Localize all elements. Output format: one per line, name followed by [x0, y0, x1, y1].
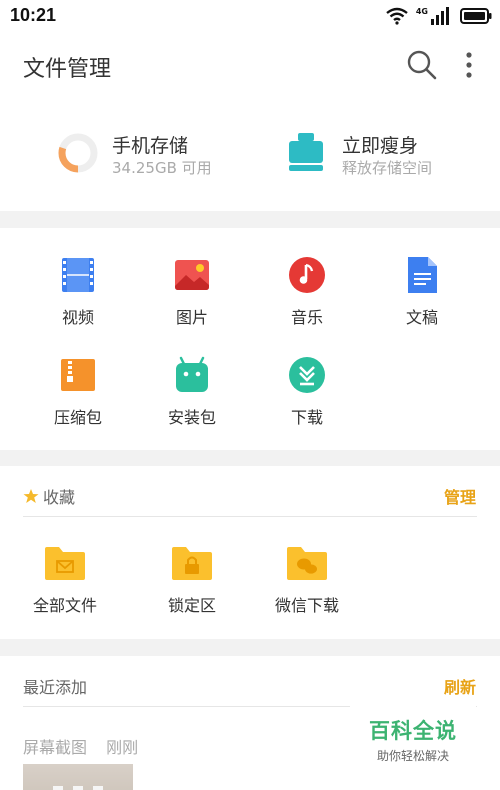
category-images-label: 图片: [175, 308, 208, 327]
divider: [23, 516, 477, 517]
storage-usage-ring: [58, 133, 98, 173]
network-type-label: 4G: [415, 6, 428, 16]
recent-item[interactable]: 屏幕截图 刚刚: [23, 734, 152, 758]
phone-storage-title: 手机存储: [112, 135, 189, 157]
watermark: 百科全说 助你轻松解决: [350, 705, 476, 767]
cleanup-icon: [289, 133, 323, 171]
folder-lock-icon: [172, 547, 212, 580]
category-downloads-label: 下载: [290, 408, 323, 427]
download-icon: [289, 357, 325, 393]
wifi-icon: [386, 7, 408, 25]
category-apk-label: 安装包: [167, 408, 216, 427]
archive-icon: [61, 359, 95, 391]
document-icon: [408, 257, 437, 293]
storage-section: 手机存储 34.25GB 可用 立即瘦身 释放存储空间: [0, 102, 500, 211]
recent-title: 最近添加: [23, 678, 88, 697]
favorite-wechat-downloads[interactable]: 微信下载: [252, 544, 362, 616]
music-icon: [289, 257, 325, 293]
favorites-title: 收藏: [43, 488, 76, 507]
slim-down-card[interactable]: 立即瘦身 释放存储空间: [285, 130, 485, 180]
category-archives[interactable]: 压缩包: [28, 356, 128, 436]
refresh-button[interactable]: 刷新: [444, 674, 476, 698]
category-downloads[interactable]: 下载: [257, 356, 357, 436]
phone-storage-card[interactable]: 手机存储 34.25GB 可用: [55, 130, 255, 180]
recent-item-time: 刚刚: [106, 738, 139, 757]
category-video[interactable]: 视频: [28, 256, 128, 336]
favorite-all-files[interactable]: 全部文件: [10, 544, 120, 616]
favorites-section: 收藏 管理 全部文件 锁定区 微信下载: [0, 466, 500, 639]
category-music-label: 音乐: [290, 308, 323, 327]
manage-favorites-button[interactable]: 管理: [444, 484, 476, 508]
category-music[interactable]: 音乐: [257, 256, 357, 336]
folder-mail-icon: [45, 547, 85, 580]
category-images[interactable]: 图片: [142, 256, 242, 336]
image-icon: [175, 260, 209, 290]
favorite-all-files-label: 全部文件: [32, 596, 97, 615]
recent-thumbnail[interactable]: [23, 764, 133, 790]
signal-icon: [431, 7, 449, 25]
category-documents-label: 文稿: [405, 308, 438, 327]
category-documents[interactable]: 文稿: [372, 256, 472, 336]
folder-wechat-icon: [287, 547, 327, 580]
favorite-locked-zone[interactable]: 锁定区: [137, 544, 247, 616]
favorites-header: 收藏: [23, 484, 75, 508]
favorite-wechat-downloads-label: 微信下载: [274, 596, 339, 615]
star-icon: [23, 489, 39, 503]
search-icon[interactable]: [405, 48, 439, 82]
page-title: 文件管理: [23, 57, 112, 82]
status-time: 10:21: [10, 5, 57, 25]
watermark-title: 百科全说: [369, 719, 457, 743]
favorite-locked-zone-label: 锁定区: [167, 596, 216, 615]
category-apk[interactable]: 安装包: [142, 356, 242, 436]
category-archives-label: 压缩包: [53, 408, 102, 427]
slim-down-title: 立即瘦身: [342, 135, 419, 157]
video-icon: [62, 258, 94, 292]
slim-down-subtitle: 释放存储空间: [342, 159, 433, 177]
category-grid: 视频 图片 音乐 文稿 压缩包 安装包 下载: [0, 228, 500, 450]
more-options-icon[interactable]: [458, 48, 480, 82]
watermark-subtitle: 助你轻松解决: [376, 749, 449, 763]
android-icon: [176, 356, 208, 392]
recent-item-name: 屏幕截图: [23, 738, 88, 757]
category-video-label: 视频: [61, 308, 94, 327]
phone-storage-available: 34.25GB 可用: [112, 159, 212, 177]
app-bar: 文件管理: [0, 32, 500, 102]
battery-icon: [460, 8, 492, 24]
status-bar: 10:21 4G: [0, 0, 500, 32]
